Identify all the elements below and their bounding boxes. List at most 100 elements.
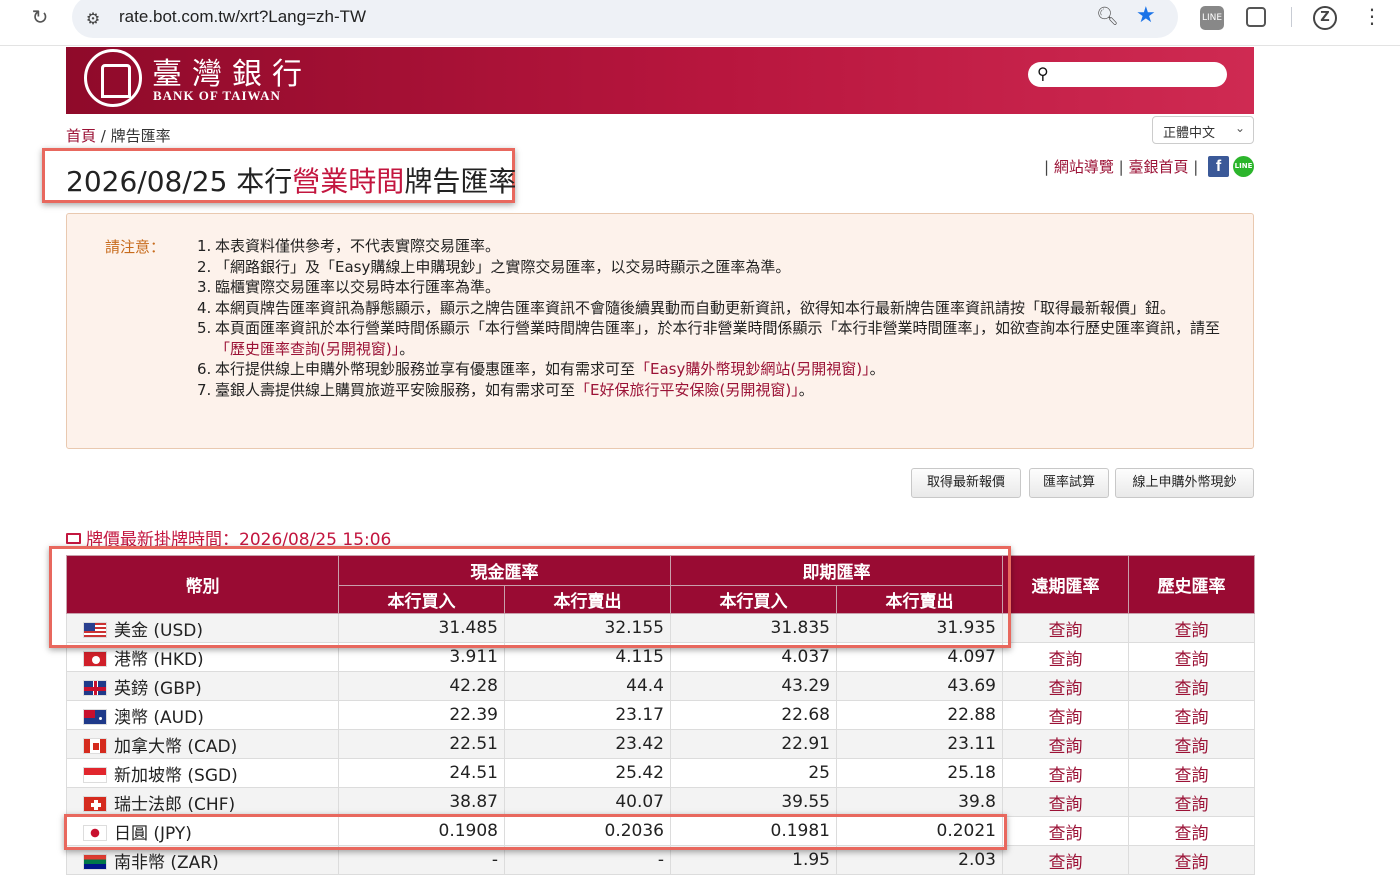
forward-rate-query-link[interactable]: 查詢 <box>1002 700 1129 730</box>
currency-cell: 加拿大幣 (CAD) <box>66 729 339 759</box>
currency-name: 日圓 (JPY) <box>114 823 192 844</box>
cash-sell-cell: 32.155 <box>504 613 671 643</box>
forward-rate-query-link[interactable]: 查詢 <box>1002 729 1129 759</box>
forward-rate-query-link[interactable]: 查詢 <box>1002 787 1129 817</box>
history-rate-query-link[interactable]: 查詢 <box>1128 845 1255 875</box>
notice-text: 本頁面匯率資訊於本行營業時間係顯示「本行營業時間牌告匯率」，於本行非營業時間係顯… <box>215 319 1221 337</box>
cash-buy-cell: 0.1908 <box>338 816 505 846</box>
spot-buy-cell: 43.29 <box>670 671 837 701</box>
forward-rate-query-link[interactable]: 查詢 <box>1002 758 1129 788</box>
currency-cell: 港幣 (HKD) <box>66 642 339 672</box>
spot-buy-cell: 22.91 <box>670 729 837 759</box>
breadcrumb: 首頁 / 牌告匯率 <box>66 125 171 146</box>
address-bar[interactable]: ⚙ rate.bot.com.tw/xrt?Lang=zh-TW 🔍︎ ★ <box>72 0 1178 38</box>
bank-name-en[interactable]: BANK OF TAIWAN <box>153 88 281 104</box>
cash-sell-cell: 4.115 <box>504 642 671 672</box>
table-row: 南非幣 (ZAR) - -1.95 2.03 查詢 查詢 <box>66 845 1255 875</box>
currency-name: 港幣 (HKD) <box>114 649 204 670</box>
spot-sell-cell: 0.2021 <box>836 816 1003 846</box>
notice-link[interactable]: 「E好保旅行平安保險(另開視窗)」 <box>575 381 799 399</box>
line-share-icon[interactable]: LINE <box>1233 156 1254 177</box>
toolbar-divider <box>1291 7 1292 27</box>
online-buy-cash-button[interactable]: 線上申購外幣現鈔 <box>1115 468 1254 498</box>
table-row: 加拿大幣 (CAD) 22.51 23.42 22.91 23.11 查詢 查詢 <box>66 729 1255 759</box>
posted-time: 牌價最新掛牌時間：2026/08/25 15:06 <box>66 525 391 550</box>
header-history-rate: 歷史匯率 <box>1128 555 1255 614</box>
facebook-icon[interactable]: f <box>1208 156 1229 177</box>
table-row: 澳幣 (AUD) 22.39 23.17 22.68 22.88 查詢 查詢 <box>66 700 1255 730</box>
spot-buy-cell: 25 <box>670 758 837 788</box>
ca-flag-icon <box>83 737 114 757</box>
bank-name-zh[interactable]: 臺灣銀行 <box>152 49 312 93</box>
spot-sell-cell: 2.03 <box>836 845 1003 875</box>
history-rate-query-link[interactable]: 查詢 <box>1128 700 1255 730</box>
homepage-link[interactable]: 臺銀首頁 <box>1128 158 1188 176</box>
language-select[interactable]: 正體中文 ⌄ <box>1152 116 1254 144</box>
currency-cell: 日圓 (JPY) <box>66 816 339 846</box>
header-cash-sell: 本行賣出 <box>504 585 671 614</box>
notice-text: 「網路銀行」及「Easy購線上申購現鈔」之實際交易匯率，以交易時顯示之匯率為準。 <box>215 257 791 276</box>
bookmark-star-icon[interactable]: ★ <box>1136 3 1156 28</box>
history-rate-query-link[interactable]: 查詢 <box>1128 729 1255 759</box>
table-row: 港幣 (HKD) 3.911 4.115 4.037 4.097 查詢 查詢 <box>66 642 1255 672</box>
history-rate-query-link[interactable]: 查詢 <box>1128 613 1255 643</box>
get-latest-quote-button[interactable]: 取得最新報價 <box>911 468 1021 498</box>
extensions-puzzle-icon[interactable] <box>1246 7 1266 27</box>
notice-item-text: 本表資料僅供參考，不代表實際交易匯率。 <box>215 236 500 257</box>
cash-sell-cell: 23.17 <box>504 700 671 730</box>
cash-sell-cell: 44.4 <box>504 671 671 701</box>
gb-flag-icon <box>83 679 114 699</box>
us-flag-icon <box>83 621 114 641</box>
spot-buy-cell: 0.1981 <box>670 816 837 846</box>
notice-text: 本行提供線上申購外幣現鈔服務並享有優惠匯率，如有需求可至 <box>215 360 636 378</box>
header-forward-rate: 遠期匯率 <box>1002 555 1129 614</box>
history-rate-query-link[interactable]: 查詢 <box>1128 816 1255 846</box>
history-rate-query-link[interactable]: 查詢 <box>1128 758 1255 788</box>
rate-calculator-button[interactable]: 匯率試算 <box>1029 468 1109 498</box>
notice-item: 3. 臨櫃實際交易匯率以交易時本行匯率為準。 <box>197 277 1232 298</box>
url-text[interactable]: rate.bot.com.tw/xrt?Lang=zh-TW <box>119 7 366 27</box>
forward-rate-query-link[interactable]: 查詢 <box>1002 845 1129 875</box>
currency-name: 加拿大幣 (CAD) <box>114 736 238 757</box>
posted-time-text: 牌價最新掛牌時間：2026/08/25 15:06 <box>86 530 392 550</box>
forward-rate-query-link[interactable]: 查詢 <box>1002 613 1129 643</box>
title-highlight-box: 2026/08/25 本行營業時間牌告匯率 <box>42 148 517 203</box>
notice-link[interactable]: 「Easy購外幣現鈔網站(另開視窗)」 <box>635 360 870 378</box>
header-spot-rate: 即期匯率 <box>670 555 1003 586</box>
browser-menu-icon[interactable]: ⋮ <box>1362 4 1382 28</box>
profile-avatar-icon[interactable]: Z <box>1313 6 1337 30</box>
notice-link[interactable]: 「歷史匯率查詢(另開視窗)」 <box>215 340 399 358</box>
notice-item: 5. 本頁面匯率資訊於本行營業時間係顯示「本行營業時間牌告匯率」，於本行非營業時間… <box>197 318 1232 359</box>
line-extension-icon[interactable]: LINE <box>1200 6 1224 30</box>
notice-item-text: 本網頁牌告匯率資訊為靜態顯示，顯示之牌告匯率資訊不會隨後續異動而自動更新資訊，欲… <box>215 298 1175 319</box>
reload-icon[interactable]: ↻ <box>28 5 52 29</box>
history-rate-query-link[interactable]: 查詢 <box>1128 671 1255 701</box>
sitemap-link[interactable]: 網站導覽 <box>1054 158 1114 176</box>
notice-item-number: 4. <box>197 298 212 317</box>
table-row: 日圓 (JPY) 0.1908 0.2036 0.1981 0.2021 查詢 查詢 <box>66 816 1255 846</box>
spot-sell-cell: 31.935 <box>836 613 1003 643</box>
notice-item: 1. 本表資料僅供參考，不代表實際交易匯率。 <box>197 236 1232 257</box>
search-icon[interactable]: ⚲ <box>1037 64 1049 83</box>
forward-rate-query-link[interactable]: 查詢 <box>1002 642 1129 672</box>
cash-buy-cell: 31.485 <box>338 613 505 643</box>
history-rate-query-link[interactable]: 查詢 <box>1128 787 1255 817</box>
currency-cell: 新加坡幣 (SGD) <box>66 758 339 788</box>
notice-item-number: 3. <box>197 278 212 296</box>
header-cash-rate: 現金匯率 <box>338 555 671 586</box>
exchange-rate-table: 幣別 現金匯率 即期匯率 遠期匯率 歷史匯率 本行買入 本行賣出 本行買入 本行… <box>66 555 1255 875</box>
breadcrumb-home-link[interactable]: 首頁 <box>66 127 96 145</box>
bank-logo-icon[interactable] <box>84 49 142 107</box>
site-search-input[interactable]: ⚲ <box>1028 62 1227 87</box>
forward-rate-query-link[interactable]: 查詢 <box>1002 671 1129 701</box>
header-spot-sell: 本行賣出 <box>836 585 1003 614</box>
breadcrumb-separator: / <box>96 127 111 145</box>
page-title-suffix: 牌告匯率 <box>404 165 517 198</box>
cash-buy-cell: - <box>338 845 505 875</box>
cash-sell-cell: - <box>504 845 671 875</box>
forward-rate-query-link[interactable]: 查詢 <box>1002 816 1129 846</box>
link-separator: | <box>1044 158 1054 176</box>
site-info-icon[interactable]: ⚙ <box>82 8 104 30</box>
zoom-icon[interactable]: 🔍︎ <box>1096 6 1119 27</box>
history-rate-query-link[interactable]: 查詢 <box>1128 642 1255 672</box>
